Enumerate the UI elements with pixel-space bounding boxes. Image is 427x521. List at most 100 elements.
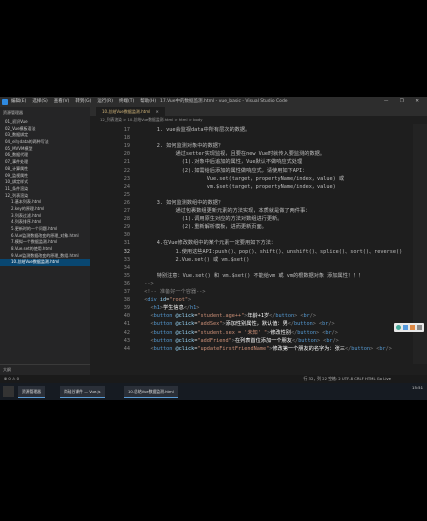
toolbar-gray-icon[interactable] — [417, 325, 422, 330]
taskbar-item-vscode[interactable]: 10.总结Vue数据监测.html — [124, 386, 178, 398]
menu-goto[interactable]: 转到(G) — [75, 97, 91, 107]
sidebar-item[interactable]: 1.基本列表.html — [0, 199, 90, 206]
status-right[interactable]: 行 32，列 22 空格: 2 UTF-8 CRLF HTML Go Live — [304, 375, 391, 383]
code-token: /> — [332, 337, 339, 344]
code-token: > < — [312, 321, 323, 328]
sidebar-item[interactable]: 3.列表过滤.html — [0, 213, 90, 220]
tab-active-file[interactable]: 10.总结Vue数据监测.html ✕ — [96, 107, 165, 116]
code-token: < — [138, 337, 154, 344]
problems-indicator[interactable]: ⊗ 0 ⚠ 0 — [4, 375, 19, 383]
menu-edit[interactable]: 编辑(E) — [11, 97, 26, 107]
sidebar-item[interactable]: 07_事件处理 — [0, 159, 90, 166]
code-editor[interactable]: 17 1. vue会监视data中所有层次的数据。 18 19 2. 如何监测对象中… — [90, 124, 413, 365]
line-number: 44 — [123, 345, 130, 352]
sidebar-item[interactable]: 6.Vue监测数据改变的原理_对象.html — [0, 233, 90, 240]
menu-help[interactable]: 帮助(H) — [140, 97, 156, 107]
sidebar-item[interactable]: 10_绑定样式 — [0, 179, 90, 186]
code-token: button — [153, 321, 173, 328]
sidebar-item[interactable]: 02_Vue模板语法 — [0, 126, 90, 133]
code-token: 2.Vue.set() 或 vm.$set() — [138, 256, 250, 263]
code-token: --> — [138, 280, 154, 287]
code-token: "student.age++" — [197, 313, 245, 320]
code-token: 特别注意：Vue.set() 和 vm.$set() 不能给vm 或 vm的根数… — [138, 272, 364, 279]
window-controls[interactable]: — ❐ ✕ — [384, 97, 424, 107]
code-token: id — [156, 297, 167, 304]
start-button[interactable] — [3, 386, 14, 397]
sidebar-item[interactable]: 03_数据绑定 — [0, 132, 90, 139]
code-token: < — [138, 321, 154, 328]
sidebar-item[interactable]: 01_初识Vue — [0, 119, 90, 126]
toolbar-orange-icon[interactable] — [410, 325, 415, 330]
code-token: /> — [331, 329, 338, 336]
tab-label: 10.总结Vue数据监测.html — [102, 109, 151, 114]
code-token: < — [138, 305, 154, 312]
taskbar-item-explorer[interactable]: 资源管理器 — [18, 386, 45, 398]
toolbar-circle-icon[interactable] — [396, 325, 401, 330]
code-token: 1. vue会监视data中所有层次的数据。 — [138, 127, 251, 133]
sidebar-item[interactable]: 10.总结Vue数据监测.html — [0, 259, 90, 267]
code-token: > < — [316, 337, 327, 344]
code-token: > < — [369, 345, 380, 352]
toolbar-square-icon[interactable] — [403, 325, 408, 330]
close-icon[interactable]: ✕ — [156, 109, 159, 114]
code-token: > < — [315, 329, 326, 336]
code-token: <!-- 准备好一个容器--> — [138, 289, 206, 295]
menu-run[interactable]: 运行(R) — [97, 97, 113, 107]
sidebar-item[interactable]: 05_MVVM模型 — [0, 146, 90, 153]
taskbar-item-browser[interactable]: 尚硅谷课件 — Vue.js — [60, 386, 105, 398]
breadcrumb[interactable]: 12_列表渲染 > 10.总结Vue数据监测.html > html > bod… — [90, 116, 427, 124]
code-token: 修改第一个朋友的名字为：张三 — [272, 345, 345, 352]
menu-view[interactable]: 查看(V) — [54, 97, 70, 107]
sidebar-item[interactable]: 9.Vue监测数据改变的原理_数组.html — [0, 253, 90, 260]
code-token: @click — [172, 321, 195, 328]
sidebar-item[interactable]: 7.模拟一个数据监测.html — [0, 239, 90, 246]
code-token: "updateFirstFriendName" — [197, 345, 270, 352]
code-token: (1).对象中后追加的属性，Vue默认不做响应式处理 — [138, 159, 303, 166]
sidebar-item[interactable]: 8.Vue.set的使用.html — [0, 246, 90, 253]
explorer-sidebar: 资源管理器 01_初识Vue 02_Vue模板语法 03_数据绑定 04_el与dat… — [0, 107, 90, 375]
code-token: button — [153, 337, 173, 344]
code-token: (2).重新解析模板，进而更新页面。 — [138, 224, 267, 231]
window-title: 17.Vue中的数据监测.html - vue_basic - Visual S… — [160, 99, 288, 104]
code-token: button — [275, 313, 295, 320]
code-token: 4.在Vue修改数组中的某个元素一定要用如下方法： — [138, 240, 277, 247]
code-token: < — [138, 329, 154, 336]
code-token: > — [188, 297, 192, 304]
code-token: 学生信息 — [163, 305, 184, 312]
code-token: 通过setter实现监视，且要在new Vue时就传入要监测的数据。 — [138, 151, 326, 158]
code-token: 年龄+1岁 — [247, 313, 270, 320]
code-token: button — [153, 345, 173, 352]
sidebar-item[interactable]: 5.更新时的一个问题.html — [0, 226, 90, 233]
code-token: "root" — [169, 297, 188, 304]
explorer-header: 资源管理器 — [3, 110, 23, 115]
sidebar-item[interactable]: 04_el与data的两种写法 — [0, 139, 90, 146]
sidebar-item[interactable]: 12_列表渲染 — [0, 193, 90, 200]
code-token: vm.$set(target，propertyName/index，value) — [138, 183, 336, 190]
sidebar-item[interactable]: 11_条件渲染 — [0, 186, 90, 193]
menu-bar: 编辑(E) 选择(S) 查看(V) 转到(G) 运行(R) 终端(T) 帮助(H… — [0, 97, 427, 107]
code-token: div — [147, 297, 157, 304]
outline-section[interactable]: 大纲 — [0, 364, 90, 375]
floating-toolbar[interactable] — [394, 323, 424, 332]
code-token: "addFriend" — [197, 337, 232, 344]
code-token: @click — [172, 313, 195, 320]
code-line[interactable]: 44 <button @click="updateFirstFriendName… — [90, 344, 392, 356]
code-token: button — [153, 329, 173, 336]
sidebar-item[interactable]: 4.列表排序.html — [0, 219, 90, 226]
sidebar-item[interactable]: 08_计算属性 — [0, 166, 90, 173]
code-token: 3. 如何监测数组中的数据？ — [138, 199, 224, 206]
code-token: > < — [294, 313, 304, 320]
code-token: button — [297, 329, 316, 336]
code-token: 在列表首位添加一个朋友 — [234, 337, 292, 344]
menu-terminal[interactable]: 终端(T) — [119, 97, 134, 107]
code-token: 修改性别 — [270, 329, 291, 336]
code-token: /> — [385, 345, 392, 352]
code-token: "addSex" — [197, 321, 223, 328]
code-token: button — [153, 313, 173, 320]
code-token: > — [196, 305, 200, 312]
menu-select[interactable]: 选择(S) — [32, 97, 47, 107]
sidebar-item[interactable]: 2.key的原理.html — [0, 206, 90, 213]
sidebar-item[interactable]: 06_数据代理 — [0, 152, 90, 159]
sidebar-item[interactable]: 09_监视属性 — [0, 173, 90, 180]
code-token: < — [138, 313, 154, 320]
